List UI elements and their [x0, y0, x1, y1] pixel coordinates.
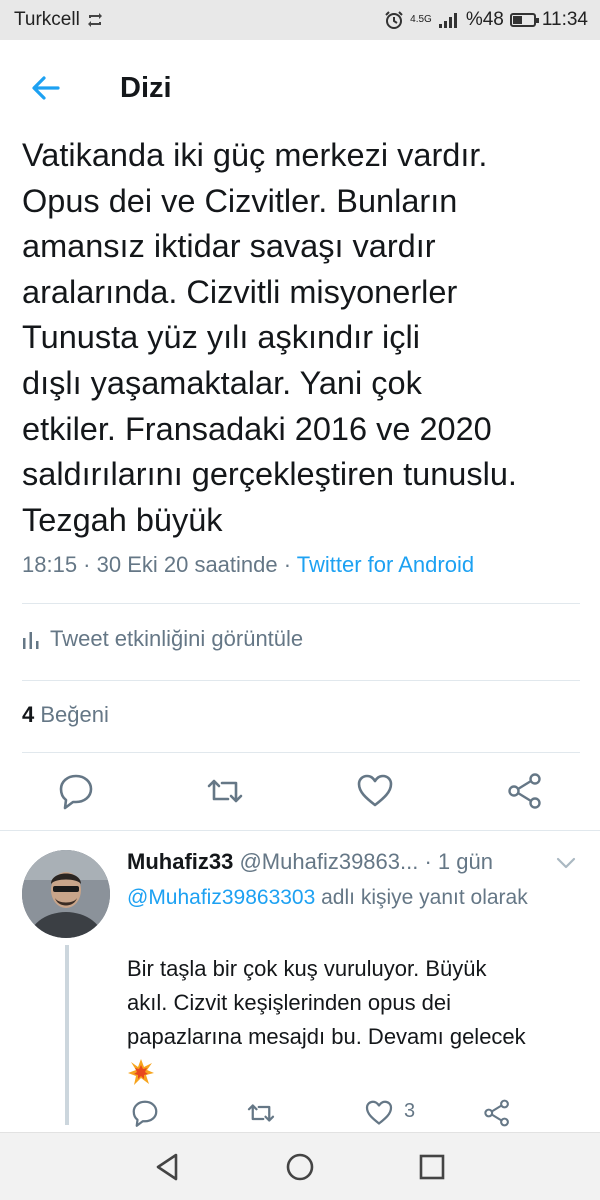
back-triangle-icon[interactable]: [152, 1151, 184, 1183]
retweet-icon[interactable]: [246, 1098, 276, 1128]
tweet-line: dışlı yaşamaktalar. Yani çok: [22, 364, 422, 401]
avatar-image: [22, 850, 110, 938]
reply-time: · 1 gün: [418, 849, 493, 874]
home-circle-icon[interactable]: [284, 1151, 316, 1183]
tweet-line: Vatikanda iki güç merkezi vardır.: [22, 137, 488, 173]
signal-icon: [438, 13, 457, 28]
divider: [22, 680, 580, 681]
tweet-line: Tezgah büyük: [22, 501, 223, 538]
reply-like-count: 3: [404, 1100, 416, 1122]
reply-text: Bir taşla bir çok kuş vuruluyor. Büyük a…: [127, 952, 577, 1088]
status-left: Turkcell: [14, 9, 104, 31]
recents-square-icon[interactable]: [416, 1151, 448, 1183]
tweet-meta: 18:15 · 30 Eki 20 saatinde · Twitter for…: [22, 552, 474, 578]
share-icon[interactable]: [482, 1098, 512, 1128]
reply-line: papazlarına mesajdı bu. Devamı gelecek: [127, 1024, 526, 1049]
like-icon[interactable]: [355, 771, 395, 811]
header: Dizi: [0, 40, 600, 136]
tweet-line: Opus dei ve Cizvitler. Bunların: [22, 182, 458, 219]
divider: [22, 752, 580, 753]
likes-summary[interactable]: 4 Beğeni: [22, 702, 109, 728]
activity-label: Tweet etkinliğini görüntüle: [50, 626, 304, 651]
page-title: Dizi: [120, 72, 172, 104]
likes-count: 4: [22, 702, 35, 727]
reply-line: Bir taşla bir çok kuş vuruluyor. Büyük: [127, 956, 487, 981]
status-right: 4.5G %48 11:34: [384, 9, 588, 31]
thread-line: [65, 945, 69, 1125]
arrow-left-icon[interactable]: [28, 70, 64, 106]
carrier-name: Turkcell: [14, 9, 80, 30]
tweet-line: etkiler. Fransadaki 2016 ve 2020: [22, 410, 492, 447]
sync-icon: [87, 13, 102, 27]
tweet-line: aralarında. Cizvitli misyonerler: [22, 273, 458, 310]
network-type: 4.5G: [410, 14, 432, 25]
battery-percent: %48: [465, 9, 504, 30]
tweet-source-link[interactable]: Twitter for Android: [297, 552, 474, 577]
reply-icon[interactable]: [130, 1098, 160, 1128]
system-navbar: [0, 1132, 600, 1200]
tweet-activity-link[interactable]: Tweet etkinliğini görüntüle: [22, 626, 303, 652]
reply-header: Muhafiz33 @Muhafiz39863... · 1 gün: [127, 849, 493, 875]
battery-icon: [509, 13, 539, 27]
tweet-line: saldırılarını gerçekleştiren tunuslu.: [22, 456, 517, 493]
analytics-icon: [23, 632, 39, 649]
retweet-icon[interactable]: [205, 771, 245, 811]
status-bar: Turkcell 4.5G %48 11:34: [0, 0, 600, 40]
reply-to-suffix: adlı kişiye yanıt olarak: [315, 886, 528, 909]
reply-icon[interactable]: [56, 771, 96, 811]
tweet-text: Vatikanda iki güç merkezi vardır. Opus d…: [22, 133, 592, 543]
divider: [22, 603, 580, 604]
tweet-line: amansız iktidar savaşı vardır: [22, 228, 436, 265]
divider: [0, 830, 600, 831]
tweet-timestamp: 18:15 · 30 Eki 20 saatinde ·: [22, 552, 297, 577]
alarm-icon: [385, 11, 403, 29]
collision-emoji-icon: [128, 1059, 154, 1086]
like-icon[interactable]: [364, 1098, 394, 1128]
avatar[interactable]: [22, 850, 110, 938]
tweet-line: Tunusta yüz yılı aşkındır içli: [22, 319, 420, 356]
likes-label: Beğeni: [34, 702, 109, 727]
share-icon[interactable]: [505, 771, 545, 811]
reply-author-handle[interactable]: @Muhafiz39863...: [233, 849, 418, 874]
replying-to: @Muhafiz39863303 adlı kişiye yanıt olara…: [127, 882, 547, 914]
clock: 11:34: [541, 9, 588, 30]
reply-author-name[interactable]: Muhafiz33: [127, 849, 233, 874]
reply-to-handle[interactable]: @Muhafiz39863303: [127, 886, 315, 909]
reply-emoji-line: [127, 1054, 577, 1088]
chevron-down-icon[interactable]: [556, 856, 576, 870]
reply-line: akıl. Cizvit keşişlerinden opus dei: [127, 990, 452, 1015]
battery-fill: [512, 16, 523, 24]
